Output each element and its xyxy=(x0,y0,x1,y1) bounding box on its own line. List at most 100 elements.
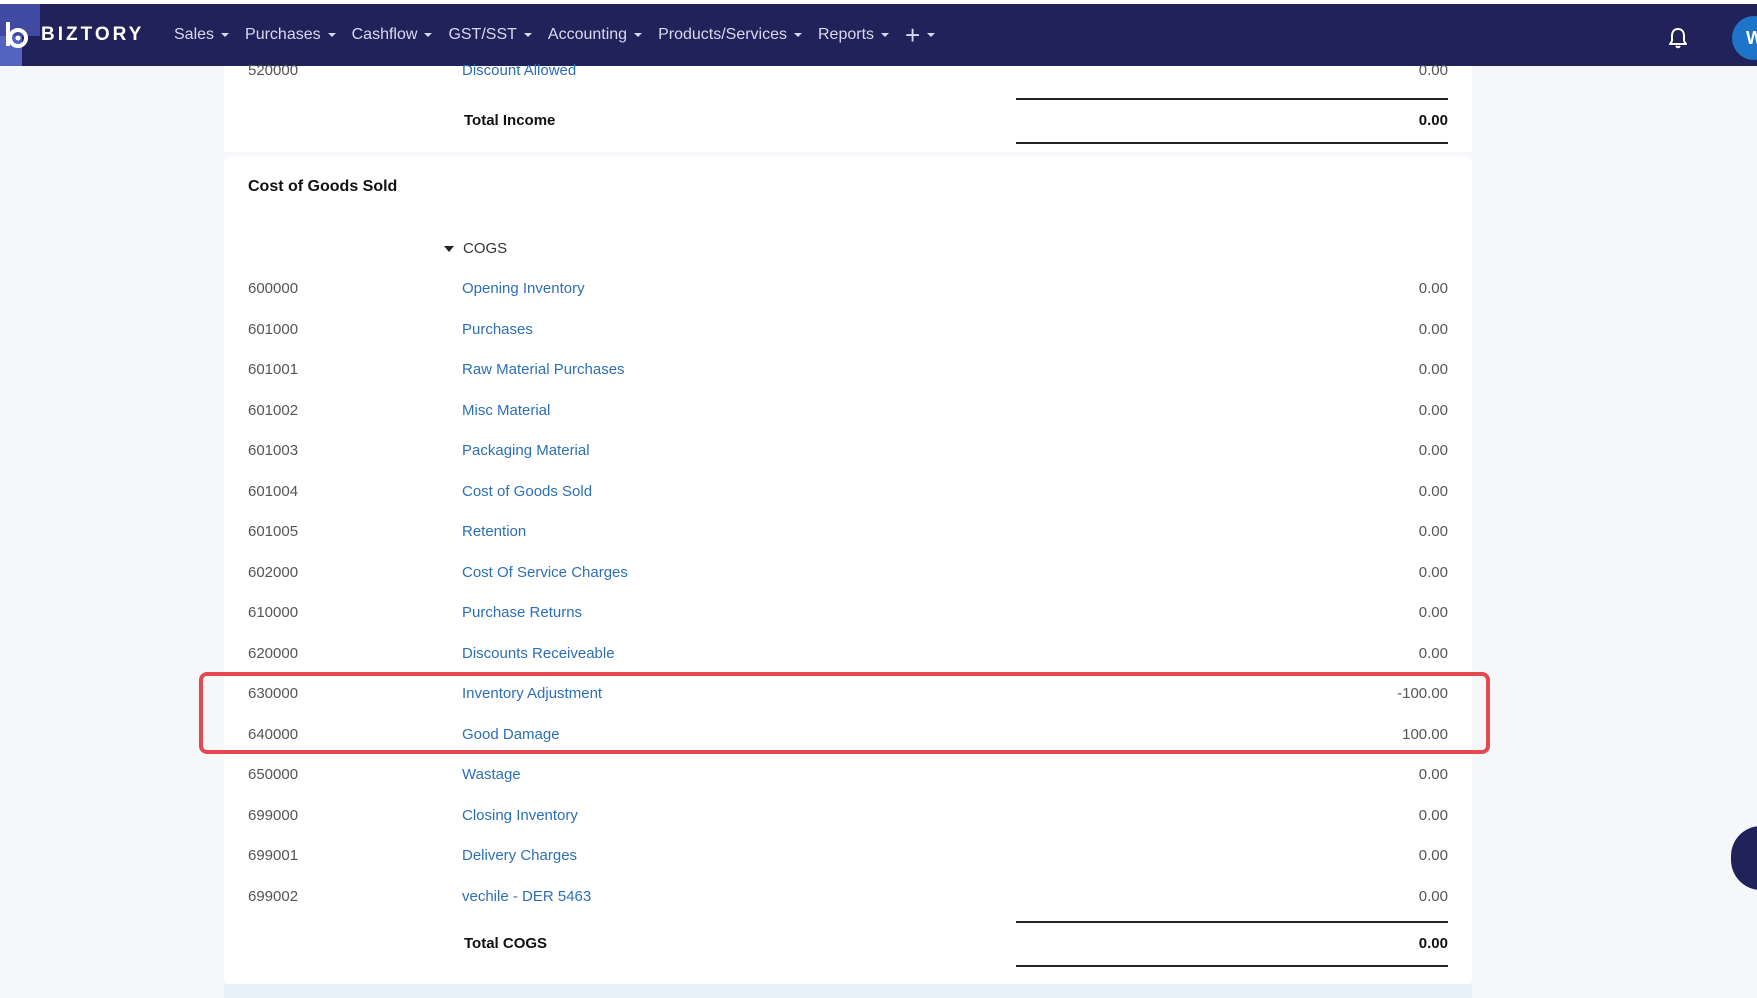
top-navbar: BIZTORY Sales Purchases Cashflow GST/SST… xyxy=(0,4,1757,66)
brand-logo[interactable]: BIZTORY xyxy=(0,4,168,66)
account-link[interactable]: Opening Inventory xyxy=(462,280,585,297)
cogs-section: Cost of Goods Sold COGS 600000 Opening In… xyxy=(224,156,1472,984)
chat-button[interactable] xyxy=(1731,826,1757,890)
account-code: 620000 xyxy=(248,644,299,662)
table-row: 601005 Retention 0.00 xyxy=(224,523,1472,543)
account-link[interactable]: Misc Material xyxy=(462,402,550,419)
account-amount: 0.00 xyxy=(1418,644,1448,662)
nav-sales-label: Sales xyxy=(174,26,215,43)
account-link[interactable]: Discounts Receiveable xyxy=(462,645,615,662)
account-amount: 0.00 xyxy=(1418,563,1448,581)
account-link[interactable]: Discount Allowed xyxy=(462,62,576,79)
total-divider-bottom xyxy=(1016,965,1448,967)
avatar[interactable]: W xyxy=(1732,16,1757,60)
account-code: 601003 xyxy=(248,442,299,459)
nav-quick-add[interactable]: + xyxy=(905,20,936,50)
table-row: 630000 Inventory Adjustment -100.00 xyxy=(224,685,1472,705)
account-amount: 0.00 xyxy=(1418,401,1448,419)
account-link[interactable]: Inventory Adjustment xyxy=(462,685,602,702)
account-link[interactable]: Cost Of Service Charges xyxy=(462,564,628,581)
nav-accounting[interactable]: Accounting xyxy=(547,26,643,44)
account-code: 601000 xyxy=(248,320,299,338)
account-amount: 0.00 xyxy=(1418,320,1448,338)
account-code: 601004 xyxy=(248,482,299,500)
chevron-down-icon xyxy=(881,33,890,37)
account-link[interactable]: Packaging Material xyxy=(462,442,590,459)
account-amount: 0.00 xyxy=(1418,442,1448,459)
chevron-down-icon xyxy=(634,33,643,37)
total-cogs-amount: 0.00 xyxy=(1418,935,1448,952)
chevron-down-icon xyxy=(794,33,802,37)
account-amount: 0.00 xyxy=(1418,280,1448,297)
nav-reports[interactable]: Reports xyxy=(818,26,890,44)
nav-gst-sst[interactable]: GST/SST xyxy=(448,26,532,44)
table-row: 699002 vechile - DER 5463 0.00 xyxy=(224,888,1472,908)
total-income-label: Total Income xyxy=(464,112,556,129)
table-row: 699001 Delivery Charges 0.00 xyxy=(224,847,1472,867)
account-code: 601001 xyxy=(248,361,299,378)
account-code: 601002 xyxy=(248,401,299,419)
next-section-strip xyxy=(224,984,1472,998)
nav-reports-label: Reports xyxy=(818,26,875,43)
account-link[interactable]: Retention xyxy=(462,523,526,540)
nav-purchases[interactable]: Purchases xyxy=(245,26,336,44)
table-row: 650000 Wastage 0.00 xyxy=(224,766,1472,786)
account-code: 699000 xyxy=(248,806,299,824)
account-link[interactable]: vechile - DER 5463 xyxy=(462,888,591,905)
account-code: 601005 xyxy=(248,523,299,540)
nav-sales[interactable]: Sales xyxy=(174,26,230,44)
brand-name: BIZTORY xyxy=(41,24,145,45)
chevron-down-icon xyxy=(927,33,936,37)
chevron-down-icon xyxy=(523,33,532,37)
nav-products-services[interactable]: Products/Services xyxy=(658,26,802,44)
account-amount: 0.00 xyxy=(1418,766,1448,783)
table-row: 699000 Closing Inventory 0.00 xyxy=(224,807,1472,827)
nav-gst-sst-label: GST/SST xyxy=(448,26,517,43)
table-row: 601004 Cost of Goods Sold 0.00 xyxy=(224,483,1472,503)
account-link[interactable]: Good Damage xyxy=(462,726,560,743)
nav-purchases-label: Purchases xyxy=(245,26,321,43)
table-row: 600000 Opening Inventory 0.00 xyxy=(224,280,1472,300)
account-code: 630000 xyxy=(248,685,299,702)
cogs-group-toggle[interactable]: COGS xyxy=(444,240,507,257)
account-amount: 0.00 xyxy=(1418,523,1448,540)
total-divider-top xyxy=(1016,921,1448,923)
account-link[interactable]: Delivery Charges xyxy=(462,847,577,864)
caret-down-icon xyxy=(444,245,454,252)
account-link[interactable]: Cost of Goods Sold xyxy=(462,483,592,500)
table-row: 520000 Discount Allowed 0.00 xyxy=(224,62,1472,82)
account-code: 699002 xyxy=(248,887,299,905)
account-amount: 0.00 xyxy=(1418,482,1448,500)
nav-cashflow[interactable]: Cashflow xyxy=(352,26,433,44)
account-link[interactable]: Wastage xyxy=(462,766,521,783)
main-menu: Sales Purchases Cashflow GST/SST Account… xyxy=(174,4,951,66)
account-amount: 0.00 xyxy=(1418,806,1448,824)
account-code: 699001 xyxy=(248,847,299,864)
account-link[interactable]: Raw Material Purchases xyxy=(462,361,625,378)
account-code: 640000 xyxy=(248,725,299,743)
income-section: 520000 Discount Allowed 0.00 Total Incom… xyxy=(224,62,1472,152)
account-amount: 0.00 xyxy=(1418,604,1448,621)
account-link[interactable]: Purchase Returns xyxy=(462,604,582,621)
table-row: 601003 Packaging Material 0.00 xyxy=(224,442,1472,462)
table-row: 601002 Misc Material 0.00 xyxy=(224,402,1472,422)
section-title: Cost of Goods Sold xyxy=(248,178,398,195)
nav-accounting-label: Accounting xyxy=(547,26,628,43)
account-link[interactable]: Purchases xyxy=(462,321,533,338)
plus-icon: + xyxy=(905,20,921,50)
account-code: 610000 xyxy=(248,604,299,621)
account-code: 600000 xyxy=(248,280,299,297)
account-code: 520000 xyxy=(248,62,299,79)
account-amount: 0.00 xyxy=(1418,847,1448,864)
table-row: 640000 Good Damage 100.00 xyxy=(224,726,1472,746)
bell-icon[interactable] xyxy=(1666,26,1690,50)
table-row: 602000 Cost Of Service Charges 0.00 xyxy=(224,564,1472,584)
total-divider-bottom xyxy=(1016,142,1448,144)
nav-cashflow-label: Cashflow xyxy=(351,26,418,43)
biztory-logo-icon xyxy=(0,4,40,66)
account-link[interactable]: Closing Inventory xyxy=(462,807,578,824)
total-income-amount: 0.00 xyxy=(1418,112,1448,129)
account-code: 602000 xyxy=(248,563,299,581)
account-amount: 100.00 xyxy=(1402,725,1448,743)
account-amount: 0.00 xyxy=(1418,887,1448,905)
